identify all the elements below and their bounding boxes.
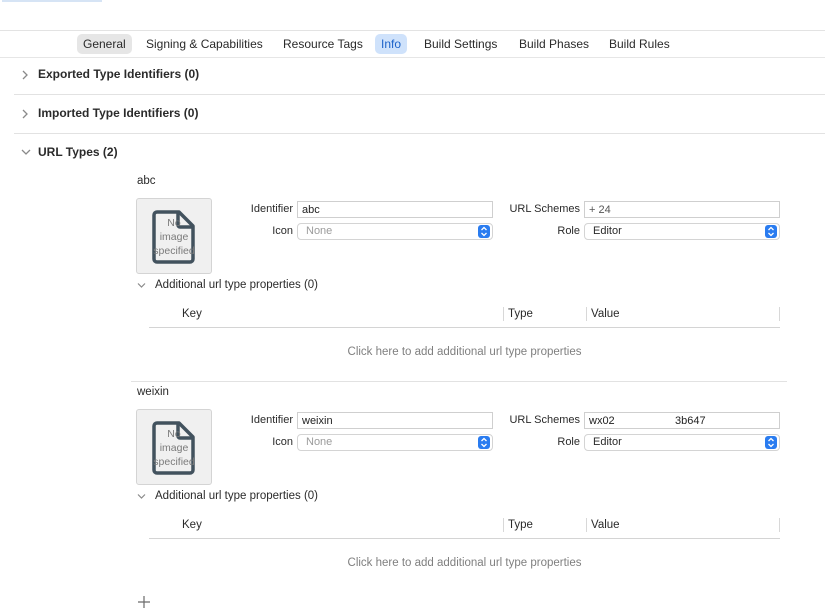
tab-info[interactable]: Info [375, 34, 408, 54]
role-popup-value: Editor [593, 436, 622, 448]
section-title: Imported Type Identifiers (0) [38, 106, 199, 120]
role-popup[interactable]: Editor [584, 434, 780, 451]
url-schemes-field[interactable]: wx02 3b647 [584, 412, 780, 429]
popup-stepper-icon [478, 225, 490, 238]
icon-well[interactable]: No image specified [136, 198, 212, 274]
popup-stepper-icon [478, 436, 490, 449]
icon-label: Icon [272, 225, 293, 237]
section-imported-type-identifiers[interactable]: Imported Type Identifiers (0) [14, 96, 825, 134]
chevron-down-icon[interactable] [20, 147, 32, 159]
popup-stepper-icon [765, 436, 777, 449]
redaction [635, 204, 690, 215]
identifier-field[interactable]: weixin [297, 412, 493, 429]
chevron-right-icon[interactable] [20, 69, 32, 81]
table-header-divider [149, 327, 780, 328]
section-divider [14, 133, 825, 134]
column-separator [503, 518, 504, 532]
column-header-type[interactable]: Type [508, 308, 533, 320]
no-image-text: No image specified [137, 427, 211, 469]
column-header-key[interactable]: Key [182, 519, 202, 531]
column-header-value[interactable]: Value [591, 308, 620, 320]
tab-build-rules[interactable]: Build Rules [603, 34, 676, 54]
role-label: Role [557, 436, 580, 448]
chevron-down-icon[interactable] [136, 281, 147, 293]
icon-popup[interactable]: None [297, 223, 493, 240]
url-schemes-value: + 24 [589, 204, 611, 216]
section-url-types[interactable]: URL Types (2) [14, 135, 825, 173]
section-exported-type-identifiers[interactable]: Exported Type Identifiers (0) [14, 57, 825, 95]
tab-build-settings[interactable]: Build Settings [418, 34, 503, 54]
identifier-field[interactable]: abc [297, 201, 493, 218]
section-title: Exported Type Identifiers (0) [38, 67, 200, 81]
identifier-label: Identifier [250, 203, 293, 215]
entry-divider [131, 381, 787, 382]
no-image-line: image [159, 231, 189, 243]
section-title: URL Types (2) [38, 145, 118, 159]
no-image-line: specified [153, 456, 195, 468]
tab-resource-tags[interactable]: Resource Tags [277, 34, 369, 54]
no-image-line: No [167, 428, 181, 440]
chevron-down-icon[interactable] [136, 492, 147, 504]
column-separator [586, 307, 587, 321]
section-divider [14, 94, 825, 95]
no-image-line: specified [153, 245, 195, 257]
icon-popup-value: None [306, 225, 333, 237]
no-image-line: No [167, 217, 181, 229]
tab-signing-capabilities[interactable]: Signing & Capabilities [140, 34, 269, 54]
icon-popup[interactable]: None [297, 434, 493, 451]
column-header-key[interactable]: Key [182, 308, 202, 320]
column-separator [779, 518, 780, 532]
column-separator [503, 307, 504, 321]
window-top-strip [0, 0, 825, 31]
no-image-text: No image specified [137, 216, 211, 258]
url-schemes-label: URL Schemes [509, 414, 580, 426]
icon-popup-value: None [306, 436, 333, 448]
url-schemes-field[interactable]: + 24 [584, 201, 780, 218]
no-image-line: image [159, 442, 189, 454]
plus-icon[interactable] [137, 593, 151, 614]
editor-tab-bar: General Signing & Capabilities Resource … [0, 31, 825, 57]
icon-well[interactable]: No image specified [136, 409, 212, 485]
icon-label: Icon [272, 436, 293, 448]
chevron-right-icon[interactable] [20, 108, 32, 120]
role-popup-value: Editor [593, 225, 622, 237]
url-schemes-value-end: 3b647 [675, 415, 706, 427]
tab-general[interactable]: General [77, 34, 132, 54]
column-separator [779, 307, 780, 321]
column-header-value[interactable]: Value [591, 519, 620, 531]
role-popup[interactable]: Editor [584, 223, 780, 240]
additional-properties-toggle[interactable]: Additional url type properties (0) [155, 490, 318, 502]
additional-properties-toggle[interactable]: Additional url type properties (0) [155, 279, 318, 291]
url-schemes-value-start: wx02 [589, 415, 615, 427]
column-separator [586, 518, 587, 532]
selection-indicator [2, 0, 102, 2]
url-schemes-label: URL Schemes [509, 203, 580, 215]
identifier-label: Identifier [250, 414, 293, 426]
url-type-name: weixin [137, 386, 169, 398]
add-properties-placeholder[interactable]: Click here to add additional url type pr… [149, 346, 780, 358]
tab-build-phases[interactable]: Build Phases [513, 34, 595, 54]
popup-stepper-icon [765, 225, 777, 238]
column-header-type[interactable]: Type [508, 519, 533, 531]
add-properties-placeholder[interactable]: Click here to add additional url type pr… [149, 557, 780, 569]
url-type-name: abc [137, 175, 156, 187]
table-header-divider [149, 538, 780, 539]
role-label: Role [557, 225, 580, 237]
